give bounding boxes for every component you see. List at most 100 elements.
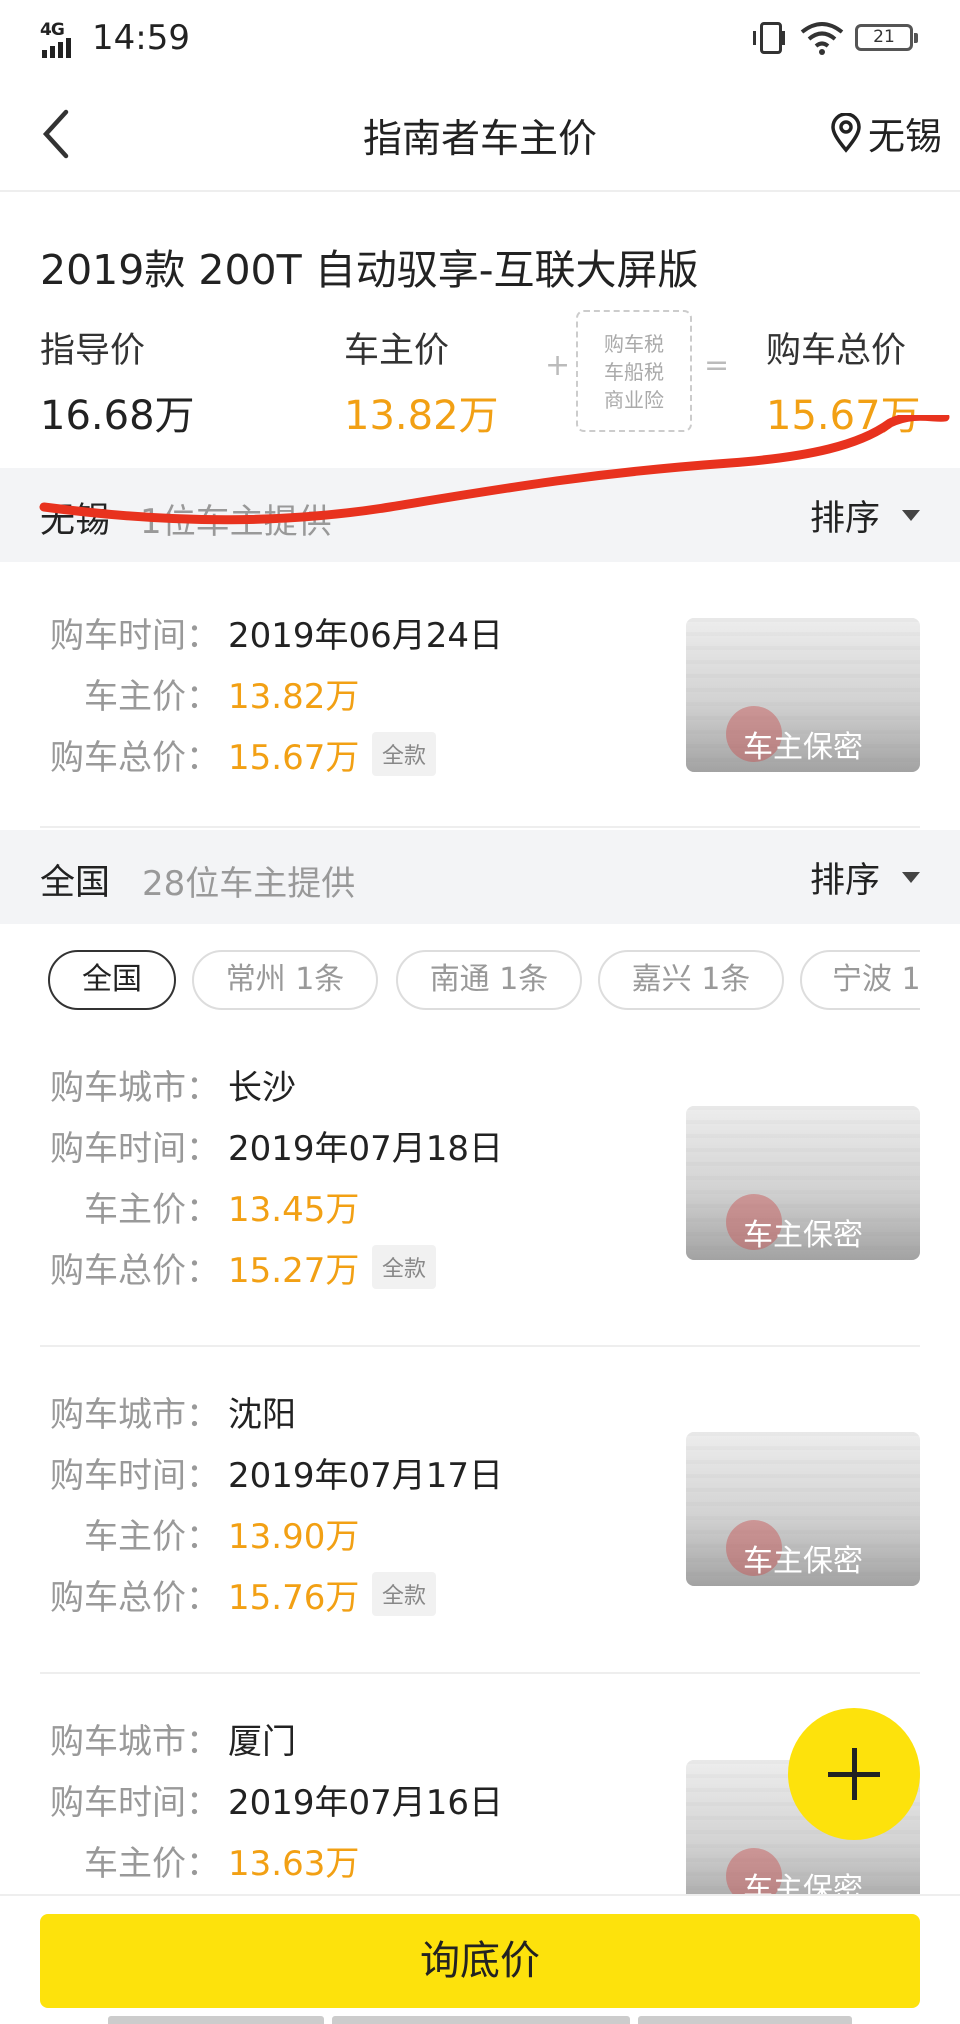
total-price-value: 15.67万	[766, 393, 921, 439]
time-row: 购车时间： 2019年07月16日	[0, 1775, 503, 1825]
owner-price: 车主价 13.82万	[344, 322, 499, 441]
wifi-icon	[800, 22, 844, 55]
section-city: 全国	[40, 863, 111, 903]
chip-jiaxing[interactable]: 嘉兴 1条	[598, 950, 784, 1010]
national-section-header: 全国 28位车主提供 排序	[0, 830, 960, 924]
owner-price-key: 车主价：	[84, 1517, 220, 1557]
page: 4G 14:59 21 指南者车主价 无锡 2019款 200T 自动驭享-互联…	[0, 0, 960, 2024]
signal-icon	[42, 38, 71, 58]
clock: 14:59	[92, 18, 190, 58]
section-count: 1位车主提供	[140, 502, 332, 542]
equals-sign: =	[704, 348, 730, 383]
total-price-label: 购车总价	[766, 331, 907, 371]
city-filter-chips: 全国 常州 1条 南通 1条 嘉兴 1条 宁波 1	[0, 950, 920, 1020]
owner-price-row: 车主价： 13.45万	[0, 1182, 500, 1232]
guide-price-label: 指导价	[40, 331, 146, 371]
city-key: 购车城市：	[50, 1395, 220, 1435]
owner-price-key: 车主价：	[84, 677, 220, 717]
invoice-thumbnail[interactable]: 车主保密	[686, 618, 920, 772]
price-summary: 2019款 200T 自动驭享-互联大屏版 指导价 16.68万 车主价 13.…	[0, 192, 960, 468]
total-key: 购车总价：	[50, 1578, 220, 1618]
thumbnail-caption: 车主保密	[743, 1872, 863, 1894]
city-row: 购车城市： 长沙	[0, 1060, 500, 1110]
owner-price-row: 车主价： 13.63万	[0, 1836, 500, 1886]
tax-item: 商业险	[604, 388, 664, 412]
status-bar: 4G 14:59 21	[0, 0, 960, 78]
plus-sign: +	[545, 348, 571, 383]
time-value: 2019年07月18日	[228, 1129, 504, 1169]
invoice-thumbnail[interactable]: 车主保密	[686, 1432, 920, 1586]
payment-badge: 全款	[372, 1572, 437, 1616]
nav-tab-hint	[108, 2016, 324, 2024]
total-value: 15.27万	[228, 1251, 360, 1291]
total-key: 购车总价：	[50, 738, 220, 778]
city-key: 购车城市：	[50, 1068, 220, 1108]
owner-price-value: 13.90万	[228, 1517, 360, 1557]
owner-price-label: 车主价	[344, 331, 450, 371]
owner-price-value: 13.63万	[228, 1844, 360, 1884]
total-row: 购车总价： 15.27万 全款	[0, 1243, 500, 1293]
owner-price-row: 车主价： 13.82万	[0, 669, 500, 719]
city-key: 购车城市：	[50, 1722, 220, 1762]
nav-tab-hint	[638, 2016, 852, 2024]
model-name: 2019款 200T 自动驭享-互联大屏版	[40, 246, 699, 294]
owner-price-value: 13.45万	[228, 1190, 360, 1230]
divider	[40, 1672, 920, 1674]
chip-ningbo[interactable]: 宁波 1	[800, 950, 920, 1010]
thumbnail-caption: 车主保密	[743, 1544, 863, 1579]
total-key: 购车总价：	[50, 1251, 220, 1291]
payment-badge: 全款	[372, 1245, 437, 1289]
caret-down-icon	[902, 872, 920, 883]
time-key: 购车时间：	[50, 616, 220, 656]
section-count: 28位车主提供	[142, 864, 356, 904]
thumbnail-caption: 车主保密	[743, 1218, 863, 1253]
sort-button[interactable]: 排序	[810, 852, 920, 903]
location-pin-icon	[831, 113, 861, 153]
owner-price-row: 车主价： 13.90万	[0, 1509, 500, 1559]
local-section-header: 无锡 1位车主提供 排序	[0, 468, 960, 562]
time-row: 购车时间： 2019年06月24日	[0, 608, 504, 658]
chip-changzhou[interactable]: 常州 1条	[192, 950, 378, 1010]
owner-price-key: 车主价：	[84, 1844, 220, 1884]
ask-lowest-price-button[interactable]: 询底价	[40, 1914, 920, 2008]
add-icon[interactable]	[788, 1708, 920, 1840]
tax-item: 购车税	[604, 332, 664, 356]
city-row: 购车城市： 厦门	[0, 1714, 500, 1764]
city-row: 购车城市： 沈阳	[0, 1387, 500, 1437]
tax-item: 车船税	[604, 360, 664, 384]
owner-price-value: 13.82万	[228, 677, 360, 717]
total-value: 15.67万	[228, 738, 360, 778]
chip-all[interactable]: 全国	[48, 950, 176, 1010]
chip-nantong[interactable]: 南通 1条	[396, 950, 582, 1010]
time-key: 购车时间：	[50, 1129, 220, 1169]
vibrate-icon	[753, 22, 785, 54]
section-city: 无锡	[40, 501, 111, 541]
guide-price: 指导价 16.68万	[40, 322, 195, 441]
owner-price-value: 13.82万	[344, 393, 499, 439]
owner-price-key: 车主价：	[84, 1190, 220, 1230]
location-selector[interactable]: 无锡	[830, 108, 942, 158]
thumbnail-caption: 车主保密	[743, 730, 863, 765]
time-row: 购车时间： 2019年07月17日	[0, 1448, 504, 1498]
invoice-thumbnail[interactable]: 车主保密	[686, 1106, 920, 1260]
total-value: 15.76万	[228, 1578, 360, 1618]
battery-icon: 21	[855, 24, 918, 51]
bottom-bar: 询底价	[0, 1894, 960, 2024]
sort-button[interactable]: 排序	[810, 490, 920, 541]
guide-price-value: 16.68万	[40, 393, 195, 439]
city-value: 长沙	[228, 1068, 296, 1108]
city-value: 沈阳	[228, 1395, 296, 1435]
time-value: 2019年06月24日	[228, 616, 504, 656]
page-title: 指南者车主价	[362, 117, 597, 162]
sort-label: 排序	[809, 861, 880, 901]
time-value: 2019年07月17日	[228, 1456, 504, 1496]
divider	[40, 826, 920, 828]
sort-label: 排序	[809, 499, 880, 539]
network-indicator: 4G	[40, 20, 65, 40]
total-price: 购车总价 15.67万	[766, 322, 921, 441]
tax-box: 购车税 车船税 商业险	[576, 310, 692, 432]
time-key: 购车时间：	[50, 1456, 220, 1496]
total-row: 购车总价： 15.76万 全款	[0, 1570, 500, 1620]
nav-tab-hint	[332, 2016, 630, 2024]
time-row: 购车时间： 2019年07月18日	[0, 1121, 504, 1171]
